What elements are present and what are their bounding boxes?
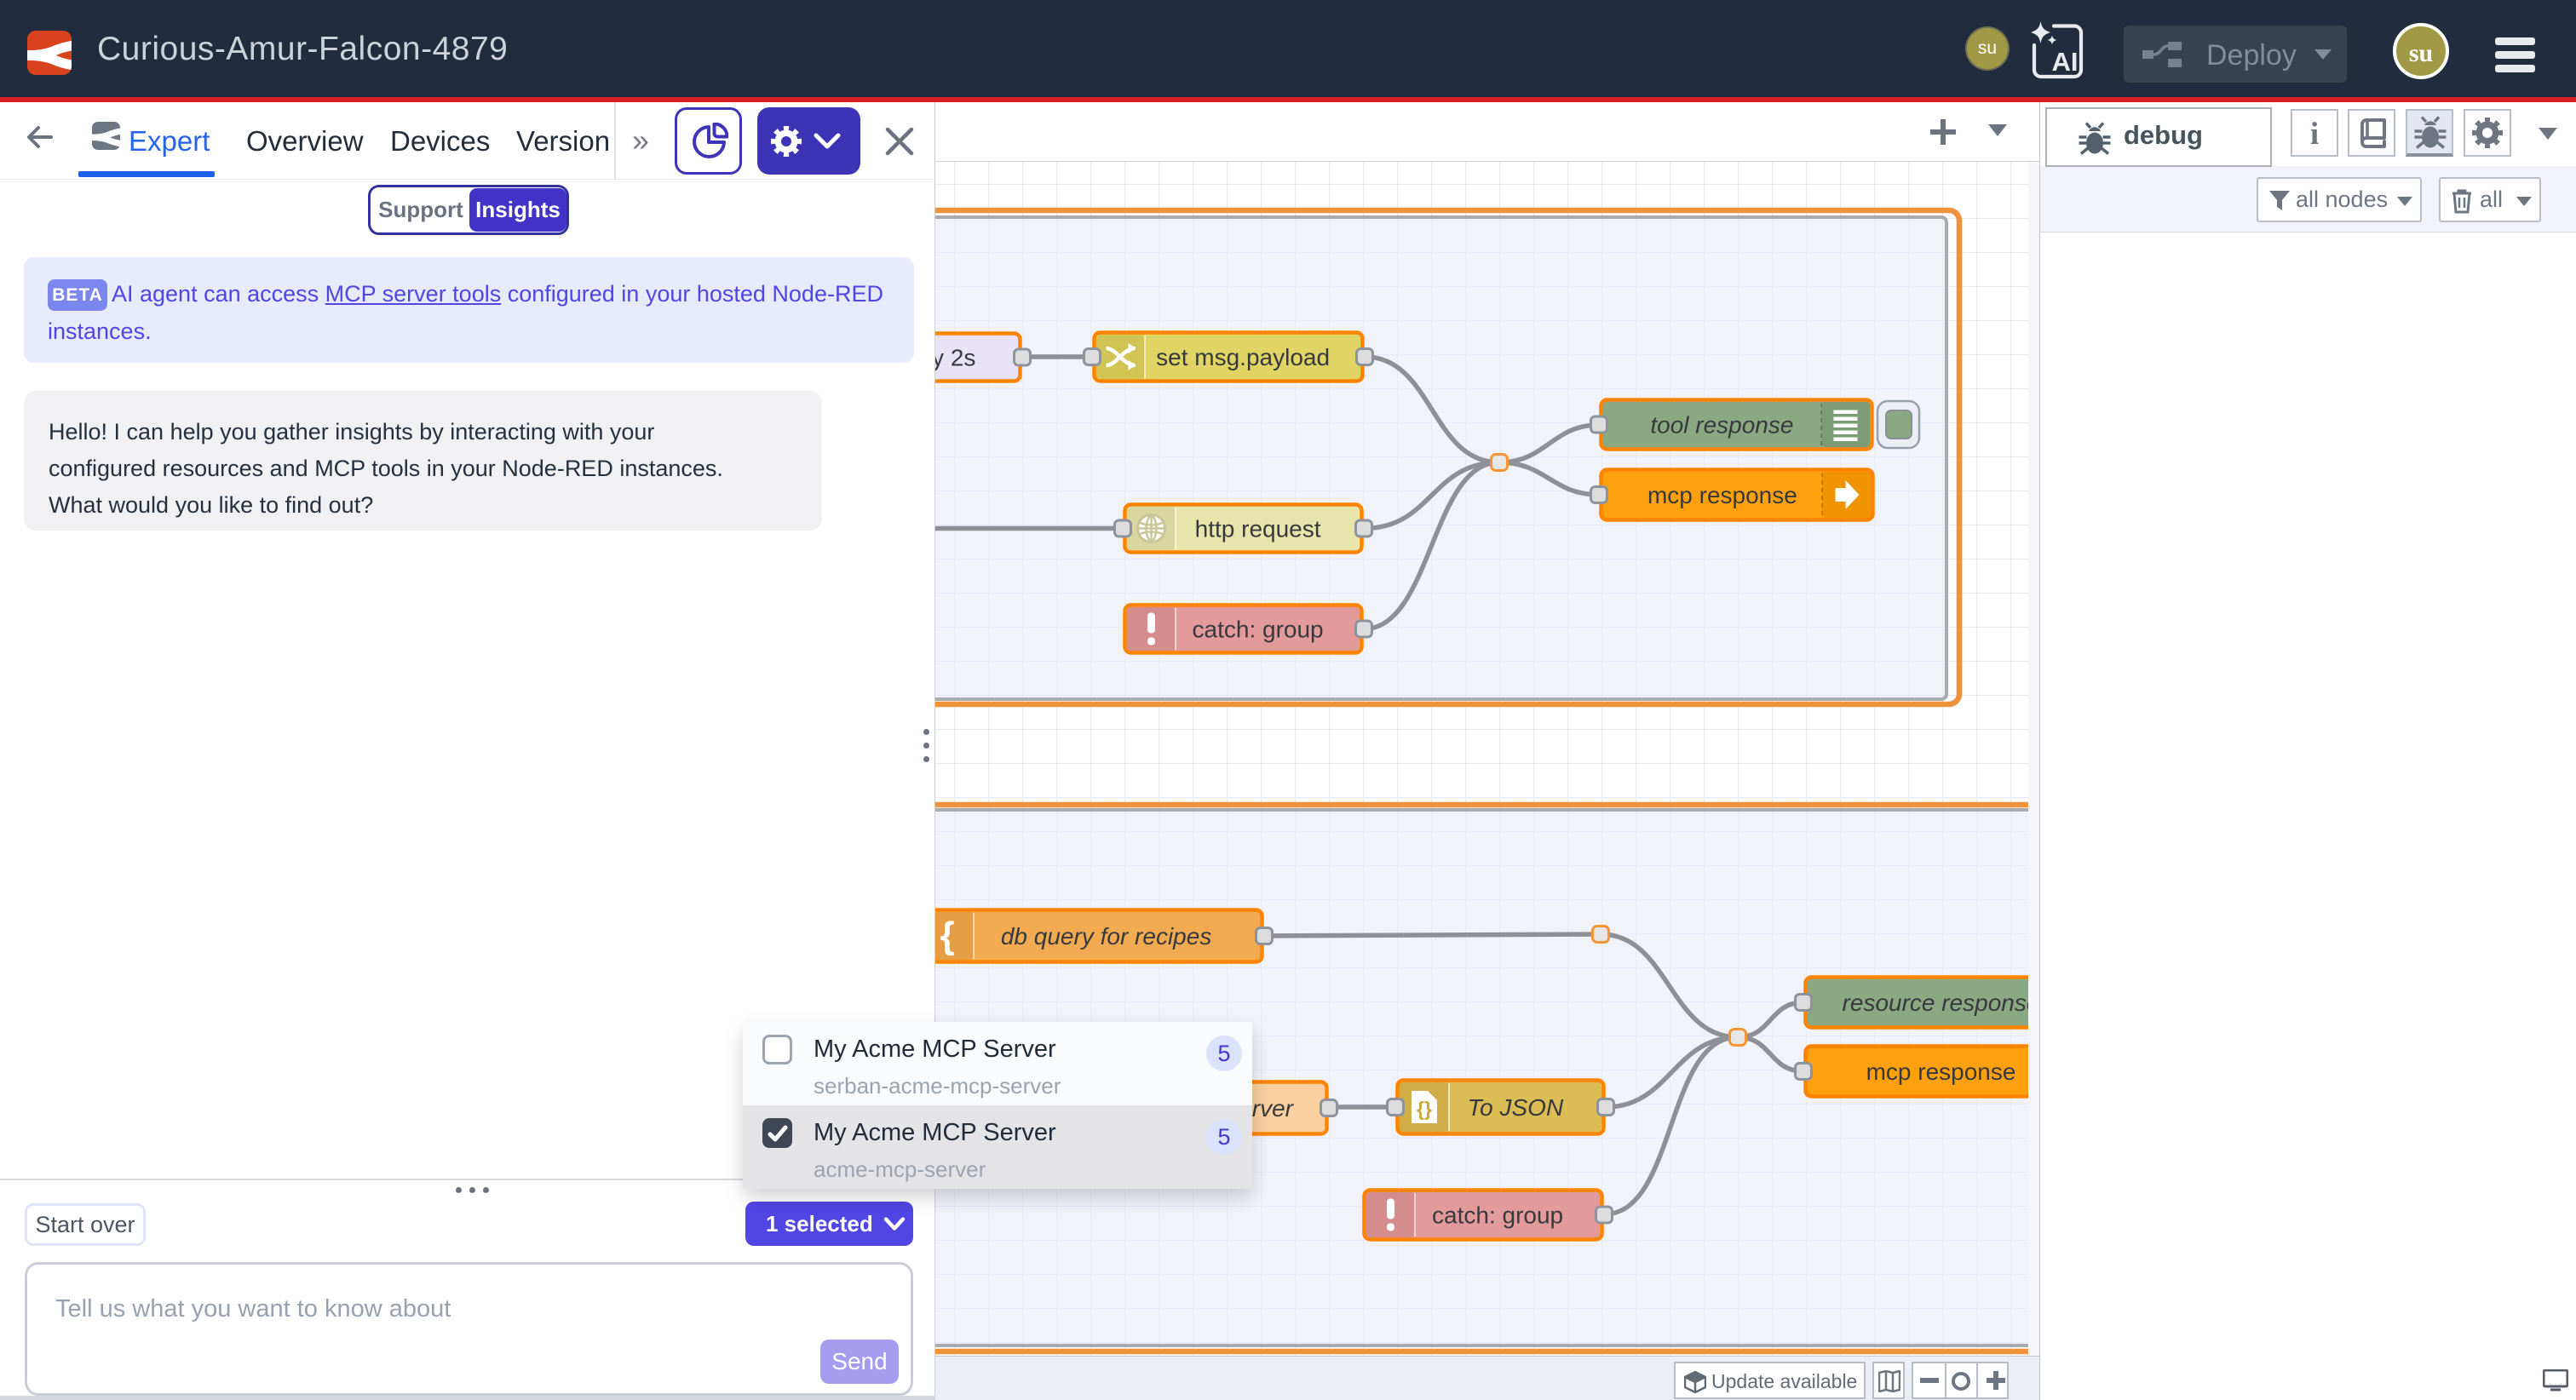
svg-text:http request: http request [1195, 516, 1321, 542]
svg-text:catch: group: catch: group [1193, 617, 1324, 643]
svg-text:every 2s: every 2s [934, 345, 975, 371]
svg-text:tool response: tool response [1650, 412, 1793, 439]
svg-text:To JSON: To JSON [1468, 1094, 1564, 1121]
svg-text:{}: {} [1417, 1098, 1432, 1120]
svg-text:db query for recipes: db query for recipes [1001, 923, 1211, 950]
svg-text:catch: group: catch: group [1432, 1202, 1563, 1229]
svg-text:resource response: resource response [1843, 990, 2028, 1016]
svg-text:mcp response: mcp response [1647, 482, 1797, 508]
svg-text:AI: AI [2052, 47, 2079, 77]
svg-text:set msg.payload: set msg.payload [1156, 344, 1330, 370]
svg-text:{: { [940, 915, 954, 956]
svg-text:mcp response: mcp response [1866, 1059, 2016, 1085]
